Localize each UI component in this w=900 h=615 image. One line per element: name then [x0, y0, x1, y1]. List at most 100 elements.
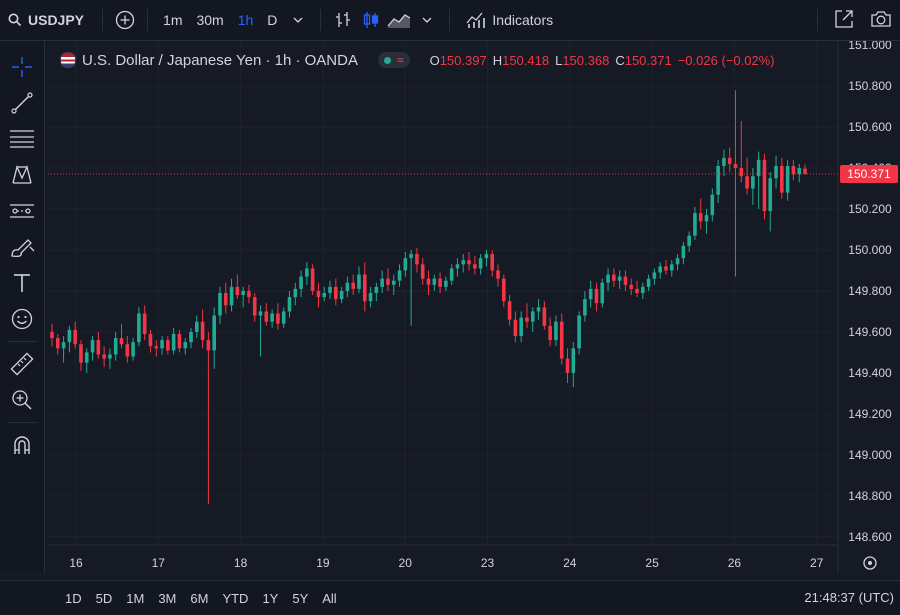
candle-body [195, 321, 199, 332]
bottom-toolbar: 1D 5D 1M 3M 6M YTD 1Y 5Y All 21:48:37 (U… [0, 580, 900, 615]
gear-icon-center [868, 561, 872, 565]
indicators-button[interactable]: Indicators [458, 0, 561, 40]
interval-30m[interactable]: 30m [189, 0, 230, 40]
candle-body [137, 313, 141, 343]
high-value: 150.418 [502, 52, 550, 68]
open-value: 150.397 [439, 52, 487, 68]
fib-retracement-tool[interactable] [0, 121, 44, 157]
trend-line-tool[interactable] [0, 85, 44, 121]
usd-flag-icon [60, 52, 76, 68]
interval-d[interactable]: D [260, 0, 284, 40]
candle-body [432, 278, 437, 285]
candle-body [791, 165, 796, 175]
candle-body [299, 276, 303, 289]
candle-body [119, 338, 124, 345]
candle-body [334, 286, 338, 300]
candle-body [380, 278, 384, 287]
wave-icon: ≈ [396, 53, 404, 67]
fullscreen-button[interactable] [834, 9, 854, 32]
trend-line-icon [11, 92, 33, 114]
top-toolbar: USDJPY 1m 30m 1h D Indicators [0, 0, 900, 41]
magnet-tool[interactable] [0, 427, 44, 463]
range-1d[interactable]: 1D [58, 591, 89, 606]
range-ytd[interactable]: YTD [215, 591, 255, 606]
candle-body [664, 266, 668, 271]
divider [817, 9, 818, 31]
price-tick-label: 150.800 [848, 79, 892, 93]
candle-body [397, 270, 402, 281]
candle-body [415, 254, 419, 265]
price-tick-label: 150.000 [848, 243, 892, 257]
candles-icon [364, 12, 379, 28]
time-tick-label: 17 [152, 556, 166, 570]
screenshot-button[interactable] [870, 9, 892, 32]
candle-body [177, 333, 182, 349]
emoji-tool[interactable] [0, 301, 44, 337]
candle-body [287, 297, 292, 312]
candle-body [293, 288, 298, 298]
compare-symbol-button[interactable] [111, 0, 139, 40]
candle-body [449, 268, 454, 281]
candle-body [409, 254, 413, 259]
search-icon [8, 13, 22, 27]
candle-body [96, 340, 101, 355]
divider [102, 9, 104, 31]
candle-body [687, 235, 691, 246]
change-value: −0.026 (−0.02%) [677, 52, 775, 68]
range-3m[interactable]: 3M [151, 591, 183, 606]
instrument-title[interactable]: U.S. Dollar / Japanese Yen · 1h · OANDA [82, 52, 358, 69]
candle-body [594, 288, 599, 304]
symbol-search[interactable]: USDJPY [0, 0, 94, 40]
time-tick-label: 26 [728, 556, 742, 570]
time-tick-label: 27 [810, 556, 824, 570]
utc-clock[interactable]: 21:48:37 (UTC) [804, 590, 894, 605]
divider [7, 341, 37, 342]
interval-1h[interactable]: 1h [231, 0, 261, 40]
candle-body [391, 280, 396, 285]
range-1m[interactable]: 1M [119, 591, 151, 606]
candle-body [484, 254, 489, 259]
candle-body [803, 168, 807, 174]
candle-body [507, 301, 512, 320]
candle-body [154, 346, 159, 349]
time-tick-label: 19 [316, 556, 330, 570]
brush-tool[interactable] [0, 229, 44, 265]
price-tick-label: 150.200 [848, 202, 892, 216]
candle-body [438, 278, 442, 287]
price-chart[interactable]: 151.000150.800150.600150.400150.200150.0… [48, 41, 900, 573]
candle-body [183, 342, 188, 349]
close-value: 150.371 [624, 52, 672, 68]
range-6m[interactable]: 6M [183, 591, 215, 606]
candle-body [693, 213, 697, 236]
forecast-tool[interactable] [0, 193, 44, 229]
range-5d[interactable]: 5D [89, 591, 120, 606]
chart-type-dropdown-button[interactable] [413, 0, 441, 40]
market-status-pill[interactable]: ≈ [377, 52, 410, 68]
candle-body [571, 348, 576, 373]
range-5y[interactable]: 5Y [285, 591, 315, 606]
price-tick-label: 148.600 [848, 530, 892, 544]
low-value: 150.368 [562, 52, 610, 68]
candles-style-button[interactable] [357, 0, 385, 40]
interval-1m[interactable]: 1m [156, 0, 189, 40]
range-all[interactable]: All [315, 591, 343, 606]
range-1y[interactable]: 1Y [255, 591, 285, 606]
bars-icon [336, 12, 351, 27]
crosshair-tool[interactable] [0, 49, 44, 85]
candle-body [519, 317, 523, 337]
zoom-in-tool[interactable] [0, 382, 44, 418]
price-tick-label: 150.600 [848, 120, 892, 134]
candle-body [698, 213, 703, 222]
pattern-tool[interactable] [0, 157, 44, 193]
candle-body [276, 313, 280, 324]
candle-body [102, 354, 106, 359]
candle-body [565, 358, 570, 373]
interval-dropdown-button[interactable] [284, 0, 312, 40]
bars-style-button[interactable] [329, 0, 357, 40]
candle-body [142, 313, 147, 334]
area-style-button[interactable] [385, 0, 413, 40]
measure-tool[interactable] [0, 346, 44, 382]
status-dot-icon [383, 56, 391, 64]
candle-body [473, 264, 477, 269]
text-tool[interactable] [0, 265, 44, 301]
